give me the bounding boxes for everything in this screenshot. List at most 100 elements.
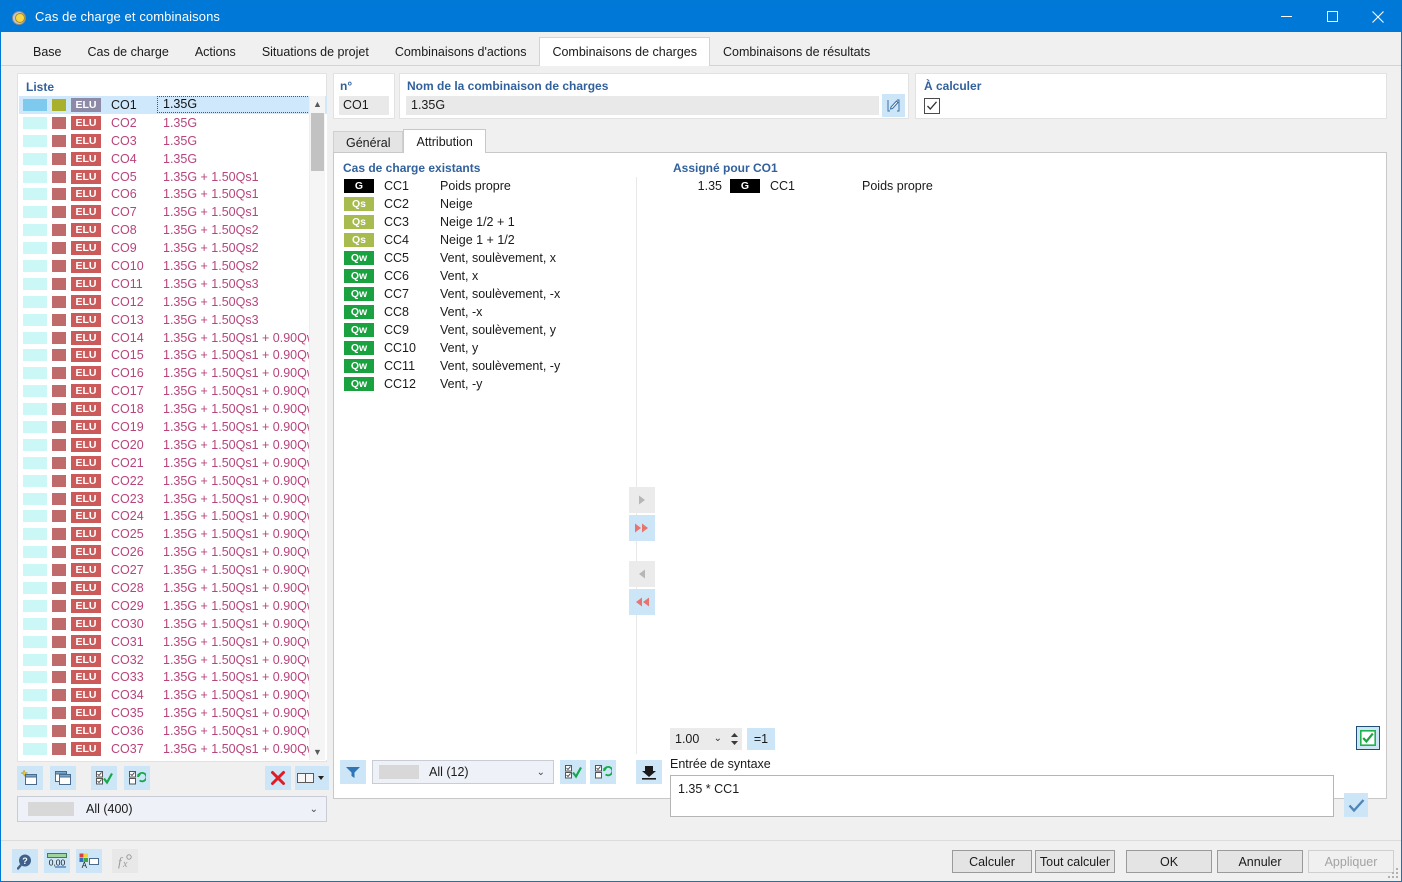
inner-tab-attribution[interactable]: Attribution (403, 129, 486, 153)
combination-expression[interactable]: 1.35G + 1.50Qs2 (157, 223, 327, 237)
combination-row[interactable]: ELU CO17 1.35G + 1.50Qs1 + 0.90Qw2 (19, 382, 327, 400)
combination-row[interactable]: ELU CO25 1.35G + 1.50Qs1 + 0.90Qw4 (19, 525, 327, 543)
existing-case-row[interactable]: Qw CC10 Vent, y (340, 339, 636, 357)
combination-row[interactable]: ELU CO13 1.35G + 1.50Qs3 (19, 311, 327, 329)
combination-expression[interactable]: 1.35G + 1.50Qs2 (157, 241, 327, 255)
combination-row[interactable]: ELU CO7 1.35G + 1.50Qs1 (19, 203, 327, 221)
combination-row[interactable]: ELU CO12 1.35G + 1.50Qs3 (19, 293, 327, 311)
combination-row[interactable]: ELU CO20 1.35G + 1.50Qs1 + 0.90Qw3 (19, 436, 327, 454)
combination-expression[interactable]: 1.35G + 1.50Qs1 + 0.90Qw3 (157, 474, 327, 488)
combination-list[interactable]: ELU CO1 1.35G ELU CO2 1.35G ELU CO3 1.35G ELU CO4 1… (19, 96, 327, 760)
combination-row[interactable]: ELU CO23 1.35G + 1.50Qs1 + 0.90Qw4 (19, 490, 327, 508)
combination-expression[interactable]: 1.35G + 1.50Qs1 + 0.90Qw5 (157, 581, 327, 595)
existing-case-row[interactable]: Qw CC8 Vent, -x (340, 303, 636, 321)
assign-all-button[interactable] (629, 515, 655, 541)
combination-row[interactable]: ELU CO1 1.35G (19, 96, 327, 114)
remove-one-button[interactable] (629, 561, 655, 587)
factor-combo[interactable]: 1.00 ⌄ (670, 728, 726, 750)
existing-case-row[interactable]: Qs CC4 Neige 1 + 1/2 (340, 231, 636, 249)
existing-case-row[interactable]: Qw CC11 Vent, soulèvement, -y (340, 357, 636, 375)
existing-invert-selection-button[interactable] (590, 760, 616, 784)
tab-actions[interactable]: Actions (182, 38, 249, 65)
filter-button[interactable] (340, 760, 366, 784)
combination-row[interactable]: ELU CO10 1.35G + 1.50Qs2 (19, 257, 327, 275)
combination-expression[interactable]: 1.35G + 1.50Qs1 + 0.90Qw7 (157, 653, 327, 667)
combination-expression[interactable]: 1.35G + 1.50Qs3 (157, 295, 327, 309)
combination-expression[interactable]: 1.35G + 1.50Qs1 + 0.90Qw3 (157, 438, 327, 452)
combination-row[interactable]: ELU CO35 1.35G + 1.50Qs1 + 0.90Qw8 (19, 704, 327, 722)
tab-combinaisons-de-charges[interactable]: Combinaisons de charges (539, 37, 710, 66)
calculate-checkbox[interactable] (924, 98, 940, 114)
equals-one-button[interactable]: =1 (747, 728, 775, 750)
combination-row[interactable]: ELU CO28 1.35G + 1.50Qs1 + 0.90Qw5 (19, 579, 327, 597)
combination-expression[interactable]: 1.35G + 1.50Qs1 + 0.90Qw2 (157, 384, 327, 398)
combination-row[interactable]: ELU CO2 1.35G (19, 114, 327, 132)
combination-row[interactable]: ELU CO33 1.35G + 1.50Qs1 + 0.90Qw7 (19, 669, 327, 687)
combination-row[interactable]: ELU CO36 1.35G + 1.50Qs1 + 0.90Qw8 (19, 722, 327, 740)
combination-row[interactable]: ELU CO31 1.35G + 1.50Qs1 + 0.90Qw6 (19, 633, 327, 651)
annuler-button[interactable]: Annuler (1217, 850, 1303, 873)
resize-grip[interactable] (1388, 868, 1398, 878)
combination-expression[interactable]: 1.35G + 1.50Qs1 (157, 170, 327, 184)
combination-expression[interactable]: 1.35G + 1.50Qs1 + 0.90Qw1 (157, 366, 327, 380)
combination-expression[interactable]: 1.35G + 1.50Qs1 + 0.90Qw4 (157, 509, 327, 523)
combination-expression[interactable]: 1.35G + 1.50Qs1 + 0.90Qw8 (157, 742, 327, 756)
existing-case-row[interactable]: Qw CC6 Vent, x (340, 267, 636, 285)
decimal-places-button[interactable]: 0,00 (44, 849, 70, 873)
combination-expression[interactable]: 1.35G (157, 116, 327, 130)
combination-expression[interactable]: 1.35G + 1.50Qs1 + 0.90Qw6 (157, 635, 327, 649)
combination-row[interactable]: ELU CO8 1.35G + 1.50Qs2 (19, 221, 327, 239)
combination-row[interactable]: ELU CO19 1.35G + 1.50Qs1 + 0.90Qw2 (19, 418, 327, 436)
tab-cas-de-charge[interactable]: Cas de charge (75, 38, 182, 65)
combination-row[interactable]: ELU CO6 1.35G + 1.50Qs1 (19, 185, 327, 203)
combination-expression[interactable]: 1.35G + 1.50Qs3 (157, 313, 327, 327)
combination-row[interactable]: ELU CO16 1.35G + 1.50Qs1 + 0.90Qw1 (19, 364, 327, 382)
combination-row[interactable]: ELU CO14 1.35G + 1.50Qs1 + 0.90Qw1 (19, 329, 327, 347)
tab-situations-de-projet[interactable]: Situations de projet (249, 38, 382, 65)
combination-row[interactable]: ELU CO4 1.35G (19, 150, 327, 168)
existing-case-row[interactable]: G CC1 Poids propre (340, 177, 636, 195)
combination-expression[interactable]: 1.35G + 1.50Qs1 + 0.90Qw5 (157, 563, 327, 577)
invert-selection-button[interactable] (124, 766, 151, 790)
combination-row[interactable]: ELU CO37 1.35G + 1.50Qs1 + 0.90Qw8 (19, 740, 327, 758)
combination-row[interactable]: ELU CO34 1.35G + 1.50Qs1 + 0.90Qw7 (19, 686, 327, 704)
combination-expression[interactable]: 1.35G + 1.50Qs1 + 0.90Qw1 (157, 348, 327, 362)
factor-stepper[interactable] (726, 728, 742, 750)
combination-expression[interactable]: 1.35G + 1.50Qs1 + 0.90Qw4 (157, 492, 327, 506)
combination-expression[interactable]: 1.35G + 1.50Qs1 + 0.90Qw2 (157, 402, 327, 416)
tab-combinaisons-d-actions[interactable]: Combinaisons d'actions (382, 38, 540, 65)
existing-filter-combo[interactable]: All (12) ⌄ (372, 760, 554, 784)
combination-expression[interactable]: 1.35G + 1.50Qs1 (157, 187, 327, 201)
existing-cases-list[interactable]: G CC1 Poids propre Qs CC2 Neige Qs CC3 Neige 1/2… (340, 177, 636, 754)
display-properties-button[interactable]: A (76, 849, 102, 873)
close-button[interactable] (1355, 1, 1401, 32)
combination-expression[interactable]: 1.35G + 1.50Qs1 + 0.90Qw7 (157, 688, 327, 702)
combination-expression[interactable]: 1.35G (157, 152, 327, 166)
assigned-cases-list[interactable]: 1.35 G CC1 Poids propre (670, 177, 1382, 723)
columns-button[interactable] (295, 766, 329, 790)
combination-expression[interactable]: 1.35G + 1.50Qs1 + 0.90Qw7 (157, 670, 327, 684)
list-filter-combo[interactable]: All (400) ⌄ (17, 796, 327, 822)
combination-row[interactable]: ELU CO5 1.35G + 1.50Qs1 (19, 168, 327, 186)
combination-expression[interactable]: 1.35G + 1.50Qs1 + 0.90Qw6 (157, 599, 327, 613)
combination-row[interactable]: ELU CO22 1.35G + 1.50Qs1 + 0.90Qw3 (19, 472, 327, 490)
combination-expression[interactable]: 1.35G + 1.50Qs1 + 0.90Qw1 (157, 331, 327, 345)
combination-row[interactable]: ELU CO32 1.35G + 1.50Qs1 + 0.90Qw7 (19, 651, 327, 669)
minimize-button[interactable] (1263, 1, 1309, 32)
syntax-confirm-button[interactable] (1344, 793, 1368, 817)
number-field[interactable]: CO1 (339, 96, 389, 115)
existing-case-row[interactable]: Qs CC3 Neige 1/2 + 1 (340, 213, 636, 231)
combination-expression[interactable]: 1.35G + 1.50Qs1 + 0.90Qw6 (157, 617, 327, 631)
existing-case-row[interactable]: Qw CC5 Vent, soulèvement, x (340, 249, 636, 267)
inner-tab-g-n-ral[interactable]: Général (333, 131, 404, 153)
tab-base[interactable]: Base (20, 38, 75, 65)
scroll-thumb[interactable] (311, 113, 324, 171)
assigned-factor[interactable]: 1.35 (670, 179, 722, 193)
existing-case-row[interactable]: Qs CC2 Neige (340, 195, 636, 213)
combination-row[interactable]: ELU CO26 1.35G + 1.50Qs1 + 0.90Qw5 (19, 543, 327, 561)
chevron-down-icon[interactable]: ⌄ (537, 767, 545, 778)
combination-expression[interactable]: 1.35G + 1.50Qs1 + 0.90Qw8 (157, 706, 327, 720)
existing-select-all-button[interactable] (560, 760, 586, 784)
scroll-down-icon[interactable]: ▼ (310, 744, 325, 760)
maximize-button[interactable] (1309, 1, 1355, 32)
